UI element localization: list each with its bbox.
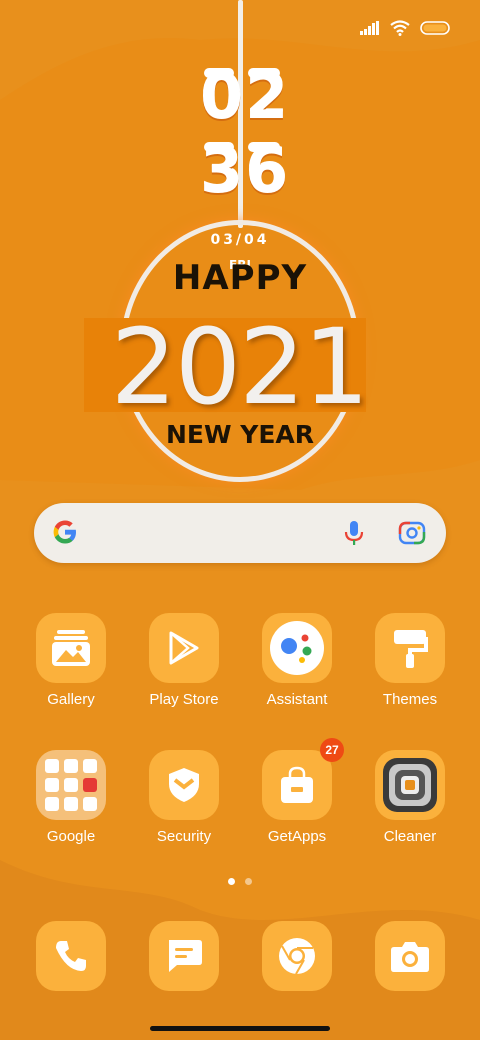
chrome-icon[interactable] [262, 921, 332, 991]
app-label: GetApps [267, 828, 327, 845]
app-google-folder[interactable]: Google [16, 750, 126, 845]
security-icon[interactable] [149, 750, 219, 820]
app-themes[interactable]: Themes [355, 613, 465, 708]
dock-camera[interactable] [355, 921, 465, 991]
themes-icon[interactable] [375, 613, 445, 683]
maps-icon [83, 759, 97, 773]
status-bar [360, 14, 450, 42]
youtube-icon [45, 778, 59, 792]
app-label: Google [46, 828, 96, 845]
gesture-navigation-bar[interactable] [150, 1026, 330, 1031]
greeting-new-year: NEW YEAR [165, 420, 315, 449]
greeting-happy: HAPPY [172, 258, 308, 298]
page-dot[interactable] [245, 878, 252, 885]
camera-icon[interactable] [375, 921, 445, 991]
dock-messages[interactable] [129, 921, 239, 991]
app-label: Play Store [149, 691, 219, 708]
page-dot-active[interactable] [228, 878, 235, 885]
photos-icon [64, 797, 78, 811]
youtube-music-icon [83, 778, 97, 792]
app-assistant[interactable]: Assistant [242, 613, 352, 708]
cleaner-icon[interactable] [375, 750, 445, 820]
google-app-icon [45, 759, 59, 773]
mic-icon[interactable] [342, 519, 366, 552]
lens-icon[interactable] [398, 520, 426, 551]
app-security[interactable]: Security [129, 750, 239, 845]
app-label: Security [156, 828, 212, 845]
gmail-icon [64, 759, 78, 773]
battery-icon [420, 21, 450, 35]
page-indicator [228, 878, 252, 885]
app-play-store[interactable]: Play Store [129, 613, 239, 708]
snow-decoration [248, 68, 280, 78]
app-cleaner[interactable]: Cleaner [355, 750, 465, 845]
assistant-icon[interactable] [262, 613, 332, 683]
google-logo-icon [50, 517, 80, 552]
gallery-icon[interactable] [36, 613, 106, 683]
drive-icon [64, 778, 78, 792]
notification-badge: 27 [320, 738, 344, 762]
app-getapps[interactable]: 27 GetApps [242, 738, 352, 845]
signal-icon [360, 21, 380, 35]
messages-icon[interactable] [149, 921, 219, 991]
dock-chrome[interactable] [242, 921, 352, 991]
phone-icon[interactable] [36, 921, 106, 991]
duo-icon [45, 797, 59, 811]
app-label: Cleaner [383, 828, 437, 845]
google-folder-icon[interactable] [36, 750, 106, 820]
play-store-icon[interactable] [149, 613, 219, 683]
getapps-icon[interactable]: 27 [262, 738, 344, 820]
wifi-icon [390, 20, 410, 36]
snow-decoration [204, 142, 234, 152]
google-search-bar[interactable] [34, 503, 446, 563]
snow-decoration [204, 68, 234, 78]
files-icon [83, 797, 97, 811]
app-gallery[interactable]: Gallery [16, 613, 126, 708]
dock-phone[interactable] [16, 921, 126, 991]
folder-app-grid [45, 759, 97, 811]
app-label: Gallery [47, 691, 95, 708]
app-label: Assistant [266, 691, 328, 708]
greeting-year: 2021 [110, 306, 370, 428]
app-label: Themes [382, 691, 438, 708]
snow-decoration [248, 142, 280, 152]
